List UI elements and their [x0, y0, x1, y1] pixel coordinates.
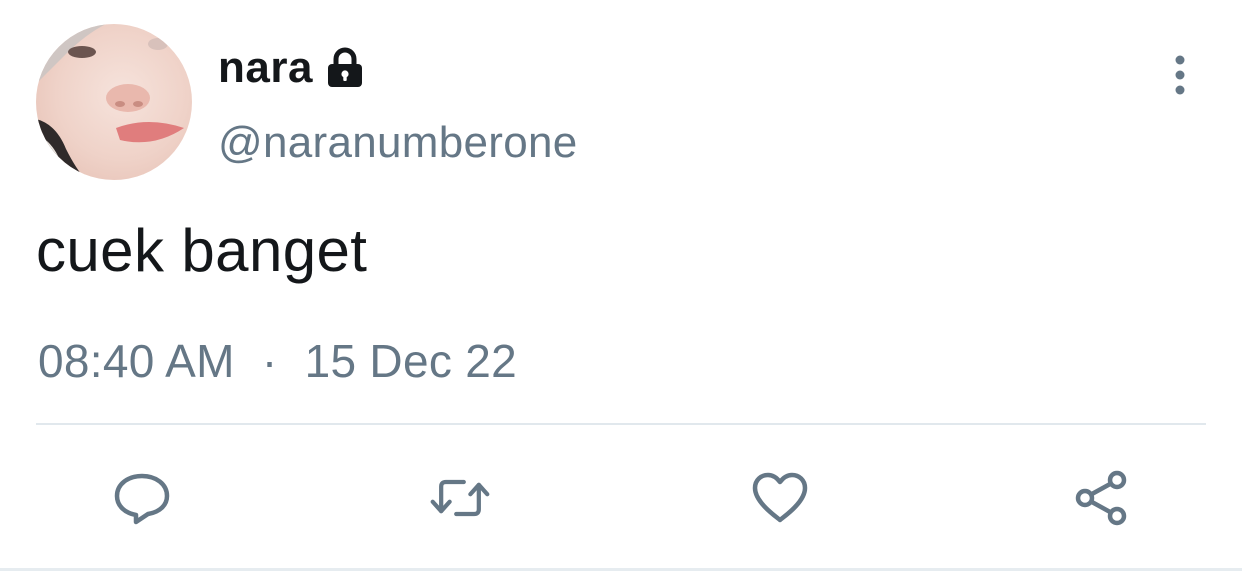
- share-button[interactable]: [1070, 468, 1134, 528]
- timestamp-separator: ·: [261, 335, 278, 387]
- retweet-icon: [430, 479, 490, 517]
- avatar[interactable]: [36, 24, 192, 180]
- avatar-photo: [36, 24, 192, 180]
- tweet-text: cuek banget: [36, 217, 368, 284]
- tweet-card: nara @naranumberone cuek banget 08:40 AM…: [0, 0, 1242, 588]
- reply-button[interactable]: [110, 468, 174, 528]
- like-button[interactable]: [748, 468, 812, 528]
- heart-icon: [752, 472, 808, 523]
- display-name-row: nara: [218, 40, 365, 96]
- display-name[interactable]: nara: [218, 43, 313, 93]
- vertical-ellipsis-icon[interactable]: [1162, 54, 1198, 98]
- bottom-divider: [0, 568, 1242, 571]
- share-icon: [1075, 470, 1127, 526]
- retweet-button[interactable]: [428, 468, 492, 528]
- lock-icon: [325, 47, 365, 89]
- divider: [36, 423, 1206, 425]
- user-handle[interactable]: @naranumberone: [218, 118, 578, 168]
- tweet-time: 08:40 AM: [38, 335, 235, 387]
- timestamp[interactable]: 08:40 AM · 15 Dec 22: [38, 334, 517, 388]
- speech-bubble-icon: [114, 473, 170, 525]
- tweet-date: 15 Dec 22: [304, 335, 517, 387]
